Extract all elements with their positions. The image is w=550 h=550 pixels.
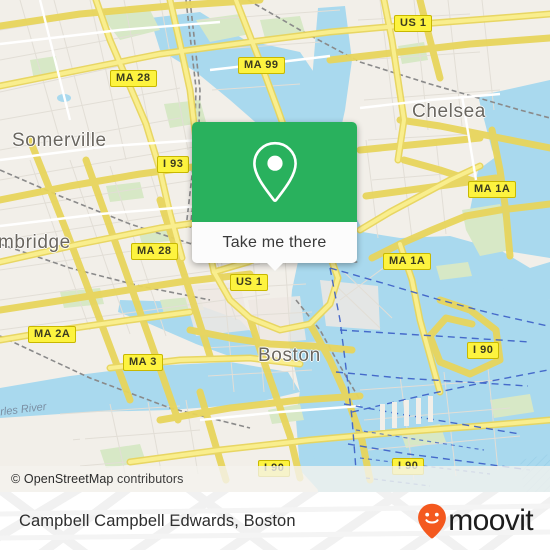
- moovit-logo[interactable]: moovit: [417, 503, 534, 539]
- highway-shield-ma-1a-north: MA 1A: [468, 181, 517, 198]
- highway-shield-i-93: I 93: [157, 156, 190, 173]
- highway-shield-ma-3: MA 3: [123, 354, 163, 371]
- moovit-pin-smiley-icon: [418, 503, 447, 539]
- map-label-chelsea: Chelsea: [412, 101, 486, 122]
- highway-shield-i-90-east: I 90: [467, 342, 500, 359]
- highway-shield-us-1-downtown: US 1: [230, 274, 269, 291]
- attribution-copyright: ©: [11, 472, 24, 486]
- card-pin-panel: [192, 122, 357, 222]
- map-attribution-bar: © OpenStreetMap contributors: [0, 466, 550, 492]
- card-action-bar[interactable]: Take me there: [192, 222, 357, 271]
- moovit-location-card: Somerville Chelsea mbridge Boston arles …: [0, 0, 550, 550]
- take-me-there-card[interactable]: Take me there: [192, 122, 357, 271]
- map-pin-icon: [252, 141, 297, 203]
- page-title: Campbell Campbell Edwards, Boston: [19, 511, 296, 530]
- card-pointer-tail: [265, 262, 284, 271]
- map-label-boston: Boston: [258, 345, 321, 366]
- map-label-cambridge: mbridge: [0, 232, 71, 253]
- highway-shield-ma-1a-south: MA 1A: [383, 253, 432, 270]
- attribution-text[interactable]: © OpenStreetMap contributors: [0, 472, 184, 486]
- highway-shield-us-1-north: US 1: [394, 15, 433, 32]
- highway-shield-ma-2a: MA 2A: [28, 326, 77, 343]
- moovit-wordmark: moovit: [448, 504, 533, 537]
- map-canvas[interactable]: Somerville Chelsea mbridge Boston arles …: [0, 0, 550, 492]
- highway-shield-ma-28-south: MA 28: [131, 243, 178, 260]
- highway-shield-ma-28-north: MA 28: [110, 70, 157, 87]
- take-me-there-label: Take me there: [222, 233, 327, 251]
- attribution-suffix: contributors: [113, 472, 184, 486]
- highway-shield-ma-99: MA 99: [238, 57, 285, 74]
- map-label-somerville: Somerville: [12, 130, 107, 151]
- footer-bar: Campbell Campbell Edwards, Boston moovit: [0, 492, 550, 550]
- attribution-osm-link[interactable]: OpenStreetMap: [24, 472, 114, 486]
